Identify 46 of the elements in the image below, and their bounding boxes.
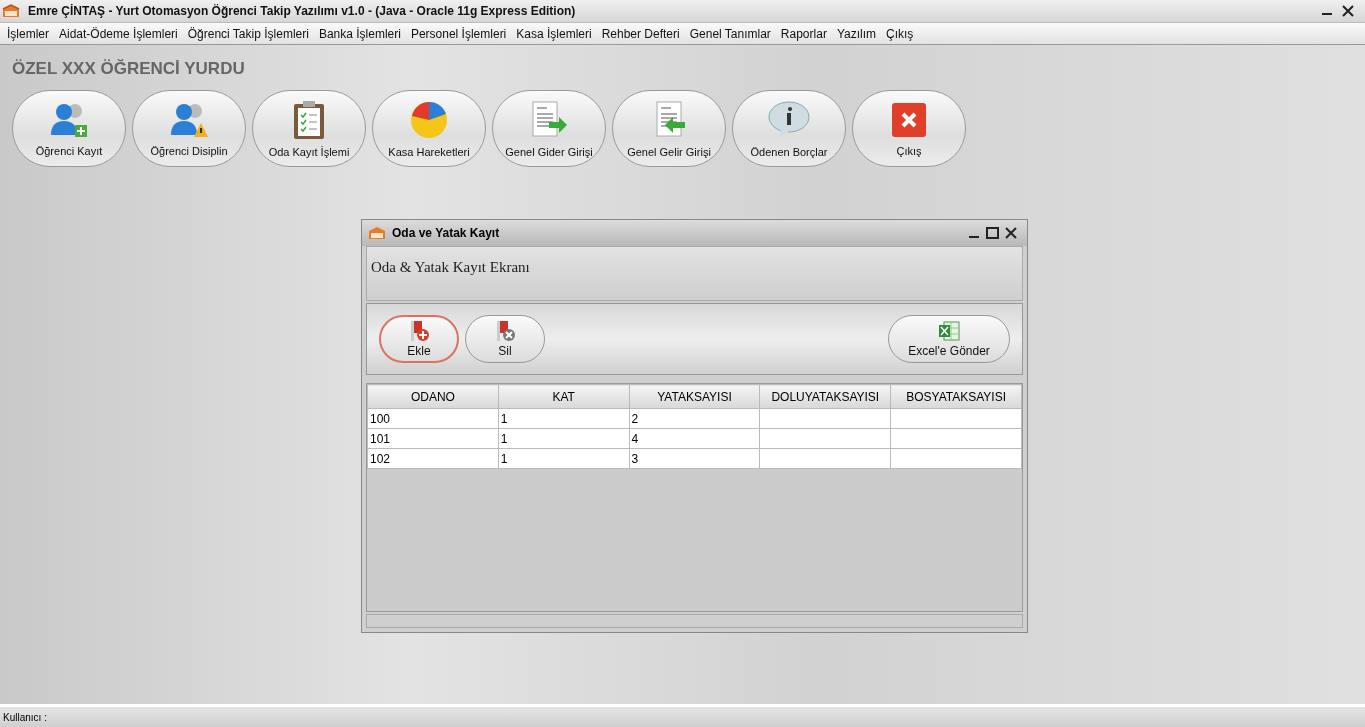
table-cell: 101 <box>367 428 499 449</box>
screen-title: Oda & Yatak Kayıt Ekranı <box>371 259 530 275</box>
close-icon[interactable] <box>1341 4 1355 18</box>
window-title: Emre ÇİNTAŞ - Yurt Otomasyon Öğrenci Takip Yazılımı v1.0 - (Java - Oracle 11g Express Edition) <box>28 4 576 18</box>
document-arrow-right-icon <box>529 99 569 140</box>
column-header[interactable]: DOLUYATAKSAYISI <box>759 384 891 409</box>
toolbar-button[interactable]: Öğrenci Kayıt <box>12 90 126 167</box>
toolbar-button[interactable]: Ödenen Borçlar <box>732 90 846 167</box>
menu-item[interactable]: Çıkış <box>881 26 919 41</box>
table-cell: 100 <box>367 408 499 429</box>
toolbar-button[interactable]: Ekle <box>379 315 459 363</box>
toolbar-button[interactable]: Oda Kayıt İşlemi <box>252 90 366 167</box>
table-cell: 102 <box>367 448 499 469</box>
close-icon[interactable] <box>1005 227 1017 239</box>
user-label: Kullanıcı : <box>3 711 47 723</box>
menu-item[interactable]: Banka İşlemleri <box>313 26 406 41</box>
menu-item[interactable]: Genel Tanımlar <box>684 26 776 41</box>
column-header[interactable]: YATAKSAYISI <box>629 384 760 409</box>
info-bubble-icon <box>767 99 811 140</box>
menu-item[interactable]: Raporlar <box>775 26 832 41</box>
menu-item[interactable]: Öğrenci Takip İşlemleri <box>182 26 314 41</box>
clipboard-icon <box>291 99 327 140</box>
menu-item[interactable]: Yazılım <box>831 26 881 41</box>
flag-add-icon <box>408 320 430 342</box>
spreadsheet-icon <box>938 320 960 342</box>
toolbar-button[interactable]: Çıkış <box>852 90 966 167</box>
pie-chart-icon <box>409 99 449 140</box>
export-button[interactable]: Excel'e Gönder <box>888 315 1010 363</box>
menu-item[interactable]: Aidat-Ödeme İşlemleri <box>54 26 183 41</box>
column-header[interactable]: BOSYATAKSAYISI <box>890 384 1022 409</box>
toolbar-button[interactable]: Kasa Hareketleri <box>372 90 486 167</box>
close-icon <box>890 100 928 139</box>
toolbar-button[interactable]: Sil <box>465 315 545 363</box>
dialog-title: Oda ve Yatak Kayıt <box>392 226 500 240</box>
toolbar-button[interactable]: Genel Gider Girişi <box>492 90 606 167</box>
maximize-icon[interactable] <box>986 227 999 239</box>
toolbar-button[interactable]: Öğrenci Disiplin <box>132 90 246 167</box>
menu-item[interactable]: İşlemler <box>2 26 54 41</box>
toolbar-button[interactable]: Genel Gelir Girişi <box>612 90 726 167</box>
menu-item[interactable]: Personel İşlemleri <box>405 26 512 41</box>
column-header[interactable]: KAT <box>498 384 630 409</box>
school-name: ÖZEL XXX ÖĞRENCİ YURDU <box>12 59 246 79</box>
menu-item[interactable]: Rehber Defteri <box>596 26 685 41</box>
flag-delete-icon <box>494 320 516 342</box>
menu-item[interactable]: Kasa İşlemleri <box>511 26 597 41</box>
column-header[interactable]: ODANO <box>367 384 499 409</box>
